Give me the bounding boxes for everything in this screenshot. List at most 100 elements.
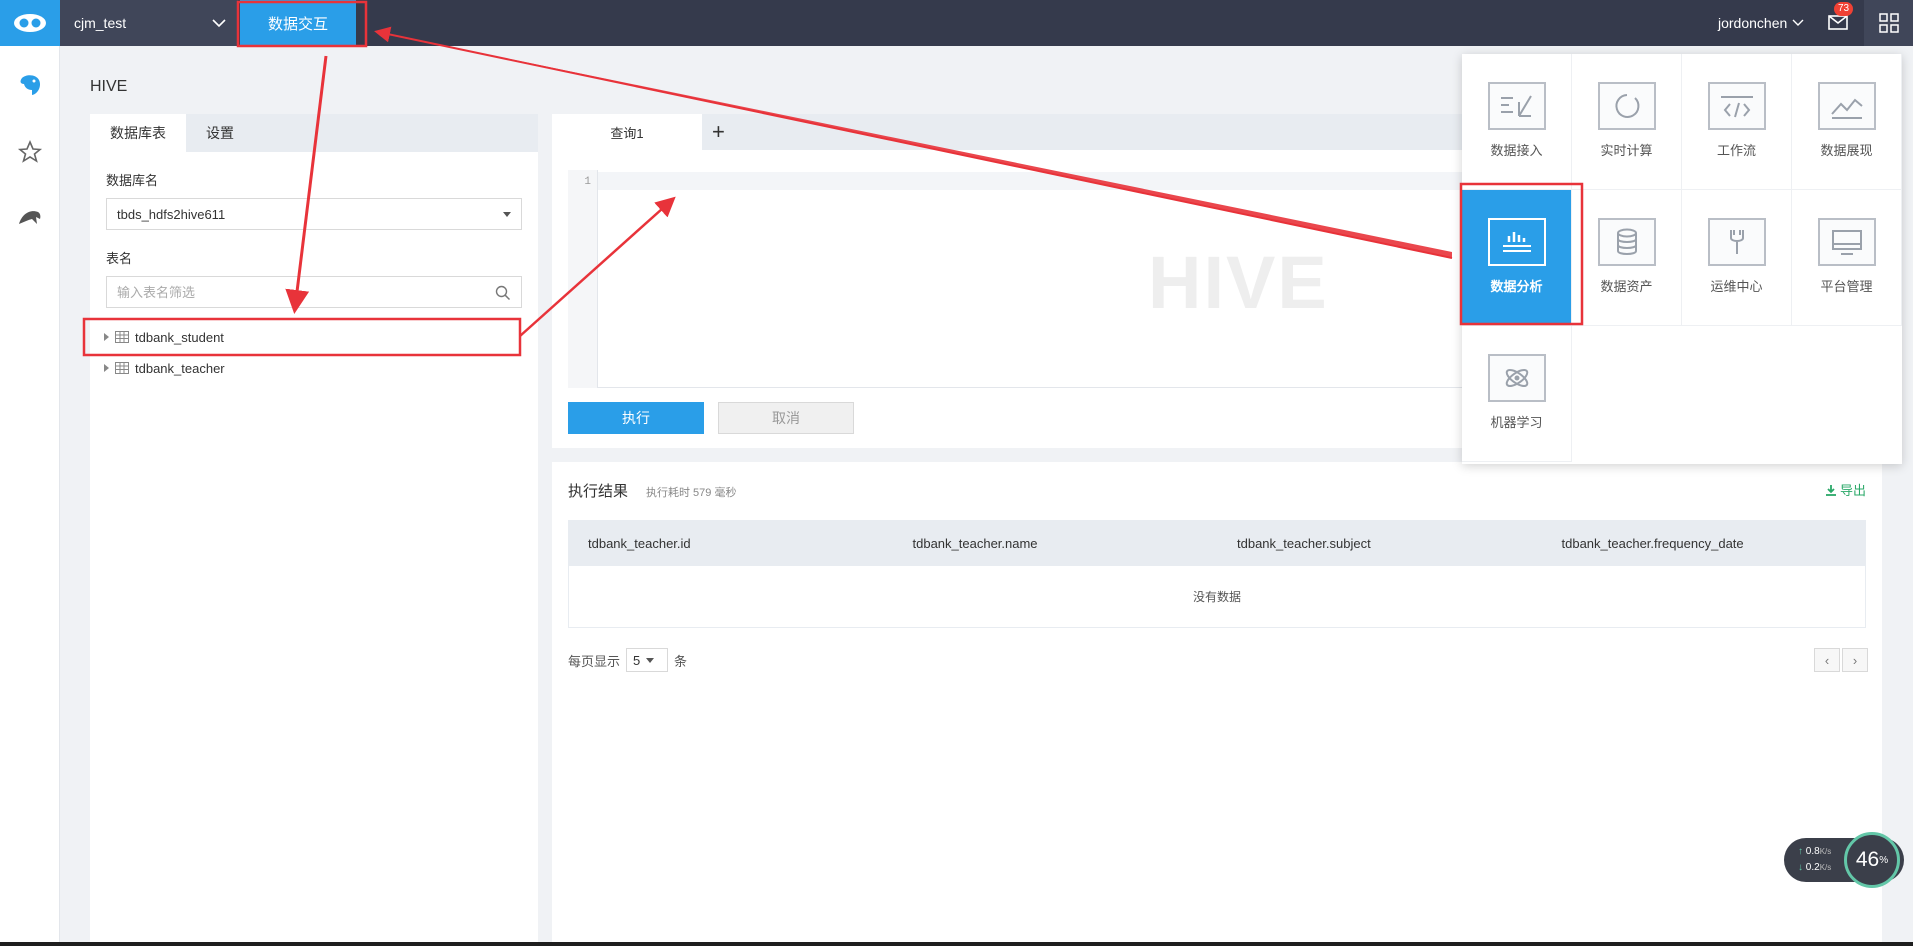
mail-badge: 73 — [1834, 2, 1854, 16]
app-label: 数据展现 — [1820, 143, 1873, 158]
search-icon[interactable] — [495, 285, 511, 301]
app-label: 机器学习 — [1490, 415, 1543, 430]
editor-watermark: HIVE — [1148, 241, 1329, 324]
table-item-teacher[interactable]: tdbank_teacher — [104, 356, 225, 380]
app-label: 数据资产 — [1600, 279, 1653, 294]
download-arrow-icon: ↓ — [1798, 862, 1803, 873]
app-data-assets[interactable]: 数据资产 — [1572, 190, 1682, 326]
data-ingest-icon — [1487, 82, 1546, 130]
usage-percent: 46 — [1855, 848, 1880, 871]
table-name-label: 表名 — [106, 251, 133, 266]
app-grid-button[interactable] — [1864, 0, 1913, 46]
app-ops-center[interactable]: 运维中心 — [1682, 190, 1792, 326]
app-platform-admin[interactable]: 平台管理 — [1792, 190, 1902, 326]
elephant-icon — [20, 75, 41, 95]
user-menu[interactable]: jordonchen — [1718, 0, 1805, 46]
tab-db-tables[interactable]: 数据库表 — [90, 114, 186, 152]
app-menu-dropdown: 数据接入 实时计算 工作流 数据展现 数据分析 数据资产 运维中心 平台管理 机… — [1462, 54, 1902, 464]
page-size-control: 每页显示 5 条 — [568, 648, 687, 672]
table-filter-input[interactable] — [107, 277, 487, 307]
database-icon — [1597, 218, 1656, 266]
db-browser-tabs: 数据库表 设置 — [90, 114, 538, 152]
download-rate: 0.2 — [1805, 862, 1820, 873]
nav-data-interaction[interactable]: 数据交互 — [240, 0, 356, 46]
results-title: 执行结果 — [568, 483, 629, 500]
app-label: 平台管理 — [1820, 279, 1873, 294]
app-data-analysis[interactable]: 数据分析 — [1462, 190, 1572, 326]
project-selector[interactable]: cjm_test — [60, 0, 238, 46]
network-rates: ↑ 0.8K/s ↓ 0.2K/s — [1798, 844, 1831, 876]
caret-down-icon — [503, 212, 511, 217]
app-label: 数据分析 — [1490, 279, 1543, 294]
chevron-down-icon — [212, 19, 226, 28]
expand-arrow-icon[interactable] — [104, 333, 109, 341]
line-number: 1 — [584, 176, 591, 188]
page-size-suffix: 条 — [674, 653, 688, 669]
export-button[interactable]: 导出 — [1825, 480, 1866, 499]
page-size-value: 5 — [633, 652, 641, 668]
rate-unit: K/s — [1819, 847, 1832, 856]
column-header[interactable]: tdbank_teacher.name — [893, 520, 1218, 566]
page-size-prefix: 每页显示 — [568, 653, 621, 669]
app-workflow[interactable]: 工作流 — [1682, 54, 1792, 190]
bar-analysis-icon — [1487, 218, 1546, 266]
network-speed-widget[interactable]: ↑ 0.8K/s ↓ 0.2K/s 46% — [1784, 832, 1904, 888]
memory-usage-gauge: 46% — [1844, 832, 1900, 888]
chevron-down-icon — [1792, 19, 1804, 26]
atom-icon — [1487, 354, 1546, 402]
column-header[interactable]: tdbank_teacher.id — [568, 520, 893, 566]
table-item-student[interactable]: tdbank_student — [104, 325, 224, 349]
column-header[interactable]: tdbank_teacher.subject — [1217, 520, 1542, 566]
table-icon — [115, 362, 129, 374]
db-name-label: 数据库名 — [106, 173, 159, 188]
tab-settings[interactable]: 设置 — [186, 114, 254, 152]
db-select-value: tbds_hdfs2hive611 — [117, 206, 226, 222]
page-size-select[interactable]: 5 — [626, 648, 669, 672]
next-page-button[interactable]: › — [1842, 648, 1868, 672]
elapsed-time: 执行耗时 579 毫秒 — [646, 487, 737, 499]
table-name: tdbank_student — [135, 329, 224, 345]
monitor-icon — [1817, 218, 1876, 266]
results-table: tdbank_teacher.id tdbank_teacher.name td… — [568, 520, 1866, 628]
app-data-ingest[interactable]: 数据接入 — [1462, 54, 1572, 190]
rail-item-hive[interactable] — [0, 58, 60, 114]
taskbar-strip — [0, 942, 1913, 946]
app-data-display[interactable]: 数据展现 — [1792, 54, 1902, 190]
left-rail — [0, 46, 60, 946]
prev-page-button[interactable]: ‹ — [1814, 648, 1840, 672]
page-title: HIVE — [90, 78, 128, 95]
workflow-code-icon — [1707, 82, 1766, 130]
add-query-tab-button[interactable]: + — [712, 121, 725, 143]
download-icon — [1825, 484, 1836, 496]
upload-arrow-icon: ↑ — [1798, 846, 1803, 857]
results-panel: 执行结果 执行耗时 579 毫秒 导出 tdbank_teacher.id td… — [552, 462, 1882, 946]
app-realtime-compute[interactable]: 实时计算 — [1572, 54, 1682, 190]
dolphin-icon — [19, 211, 41, 224]
execute-button[interactable]: 执行 — [568, 402, 704, 434]
top-bar: cjm_test 数据交互 jordonchen 73 — [0, 0, 1913, 46]
username: jordonchen — [1718, 15, 1788, 31]
star-icon — [17, 139, 43, 163]
rail-item-favorites[interactable] — [0, 124, 60, 180]
caret-down-icon — [646, 657, 655, 663]
results-header-row: tdbank_teacher.id tdbank_teacher.name td… — [568, 520, 1866, 566]
app-logo[interactable] — [0, 0, 60, 46]
rail-item-mysql[interactable] — [0, 190, 60, 246]
logo-icon — [14, 14, 46, 32]
line-gutter: 1 — [568, 170, 598, 388]
expand-arrow-icon[interactable] — [104, 364, 109, 372]
app-machine-learning[interactable]: 机器学习 — [1462, 326, 1572, 462]
app-label: 运维中心 — [1710, 279, 1763, 294]
table-icon — [115, 331, 129, 343]
export-label: 导出 — [1839, 483, 1866, 498]
line-chart-icon — [1817, 82, 1876, 130]
column-header[interactable]: tdbank_teacher.frequency_date — [1542, 520, 1867, 566]
app-label: 实时计算 — [1600, 143, 1653, 158]
tab-query-1[interactable]: 查询1 — [552, 114, 702, 150]
db-browser-panel: 数据库表 设置 数据库名 tbds_hdfs2hive611 表名 tdbank… — [90, 114, 538, 946]
empty-state: 没有数据 — [568, 566, 1866, 628]
project-name: cjm_test — [74, 15, 127, 31]
cancel-button[interactable]: 取消 — [718, 402, 854, 434]
db-select[interactable]: tbds_hdfs2hive611 — [106, 198, 522, 230]
table-filter — [106, 276, 522, 308]
